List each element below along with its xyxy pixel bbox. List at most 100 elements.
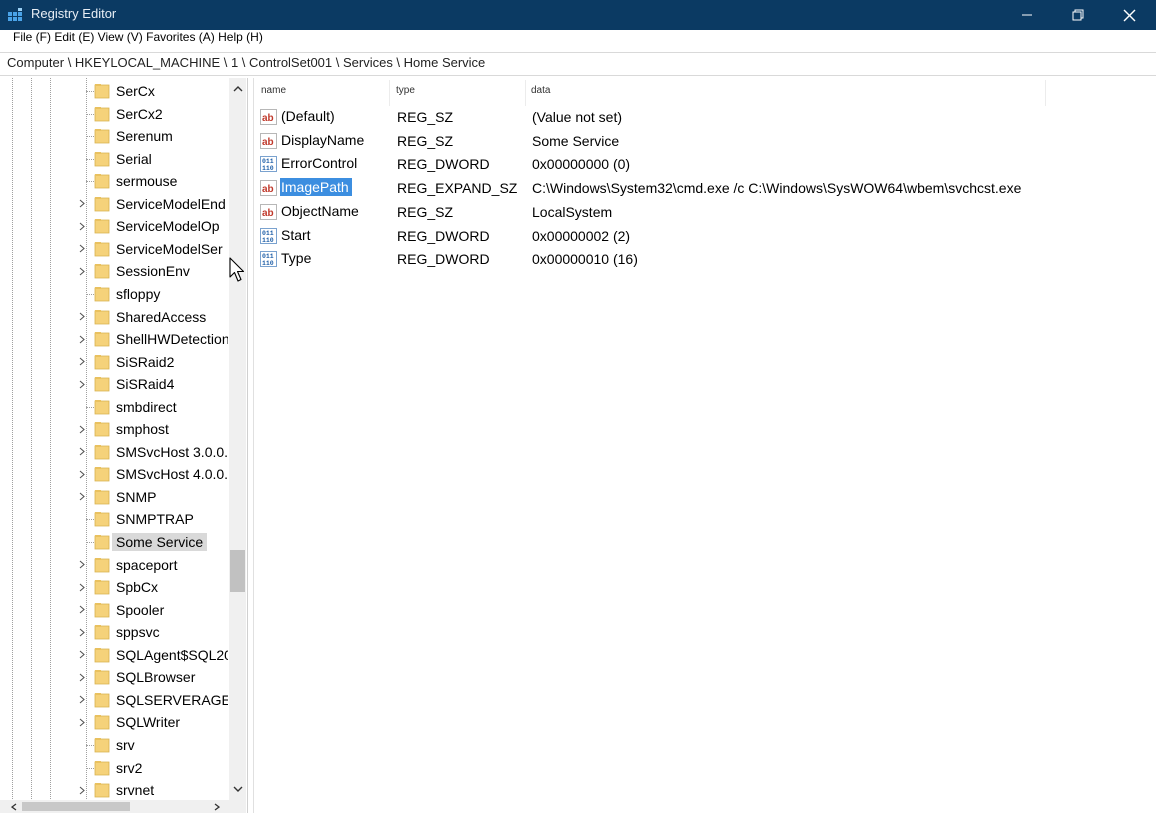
value-row[interactable]: ab (Default) REG_SZ (Value not set)	[254, 105, 1156, 128]
tree-item[interactable]: SerCx2	[0, 103, 228, 125]
expand-toggle[interactable]	[77, 355, 87, 369]
horizontal-scroll-thumb[interactable]	[22, 802, 130, 811]
tree-item[interactable]: sermouse	[0, 170, 228, 192]
chevron-right-icon	[79, 380, 85, 389]
tree-item[interactable]: srv2	[0, 757, 228, 779]
tree-item[interactable]: srv	[0, 734, 228, 756]
tree-item[interactable]: SiSRaid2	[0, 351, 228, 373]
value-row[interactable]: ab DisplayName REG_SZ Some Service	[254, 129, 1156, 152]
tree-item[interactable]: SharedAccess	[0, 306, 228, 328]
chevron-left-icon[interactable]	[11, 803, 17, 811]
tree-item-label: Serial	[116, 150, 152, 167]
scroll-up-button[interactable]	[229, 80, 246, 97]
tree-item[interactable]: SessionEnv	[0, 260, 228, 282]
tree-item[interactable]: SMSvcHost 3.0.0.	[0, 441, 228, 463]
tree-item[interactable]: Serenum	[0, 125, 228, 147]
expand-toggle[interactable]	[77, 783, 87, 797]
expand-toggle[interactable]	[77, 648, 87, 662]
expand-toggle[interactable]	[77, 332, 87, 346]
value-row[interactable]: ab ObjectName REG_SZ LocalSystem	[254, 200, 1156, 223]
minimize-button[interactable]	[1002, 0, 1052, 30]
tree-item[interactable]: SQLWriter	[0, 711, 228, 733]
expand-toggle[interactable]	[77, 445, 87, 459]
column-divider[interactable]	[525, 80, 526, 106]
column-header-type[interactable]: type	[396, 78, 526, 106]
tree-item[interactable]: smphost	[0, 418, 228, 440]
close-button[interactable]	[1104, 0, 1154, 30]
expand-toggle[interactable]	[77, 670, 87, 684]
expand-toggle[interactable]	[77, 580, 87, 594]
value-row[interactable]: 011 110 Start REG_DWORD 0x00000002 (2)	[254, 224, 1156, 247]
expand-toggle[interactable]	[77, 422, 87, 436]
scroll-down-button[interactable]	[229, 781, 246, 798]
tree-item[interactable]: ServiceModelOp	[0, 215, 228, 237]
address-bar[interactable]: Computer \ HKEYLOCAL_MACHINE \ 1 \ Contr…	[0, 52, 1156, 76]
tree-item[interactable]: sppsvc	[0, 621, 228, 643]
tree-item[interactable]: SQLAgent$SQL20	[0, 644, 228, 666]
expand-toggle[interactable]	[77, 264, 87, 278]
expand-toggle[interactable]	[77, 558, 87, 572]
tree-item-label: SQLBrowser	[116, 669, 196, 686]
tree-item[interactable]: SQLBrowser	[0, 666, 228, 688]
expand-toggle[interactable]	[77, 693, 87, 707]
tree-item[interactable]: Some Service	[0, 531, 228, 553]
tree-item-label: ServiceModelEnd	[116, 195, 226, 212]
chevron-right-icon	[79, 222, 85, 231]
restore-icon	[1072, 9, 1084, 21]
tree-item[interactable]: smbdirect	[0, 396, 228, 418]
tree-connector	[86, 158, 94, 160]
expand-toggle[interactable]	[77, 242, 87, 256]
scroll-thumb[interactable]	[230, 550, 245, 592]
chevron-up-icon	[233, 86, 242, 92]
expand-toggle[interactable]	[77, 490, 87, 504]
tree-item[interactable]: SpbCx	[0, 576, 228, 598]
tree-item[interactable]: ServiceModelEnd	[0, 193, 228, 215]
tree-item[interactable]: ShellHWDetection	[0, 328, 228, 350]
expand-toggle[interactable]	[77, 197, 87, 211]
tree-vertical-scrollbar[interactable]	[229, 78, 246, 800]
tree-item[interactable]: SNMP	[0, 486, 228, 508]
tree-item[interactable]: Spooler	[0, 599, 228, 621]
folder-icon	[94, 647, 110, 663]
tree-item[interactable]: SNMPTRAP	[0, 508, 228, 530]
menu-items[interactable]: File (F) Edit (E) View (V) Favorites (A)…	[13, 30, 263, 44]
tree-item-label: SerCx	[116, 83, 155, 99]
column-divider[interactable]	[1045, 80, 1046, 106]
column-divider[interactable]	[389, 80, 390, 106]
chevron-right-icon	[79, 605, 85, 614]
value-row[interactable]: 011 110 Type REG_DWORD 0x00000010 (16)	[254, 247, 1156, 270]
address-path[interactable]: Computer \ HKEYLOCAL_MACHINE \ 1 \ Contr…	[7, 55, 485, 70]
tree-item[interactable]: spaceport	[0, 554, 228, 576]
tree-horizontal-scrollbar[interactable]	[0, 800, 246, 813]
value-row[interactable]: ab ImagePath REG_EXPAND_SZ C:\Windows\Syste…	[254, 176, 1156, 199]
chevron-right-icon	[79, 267, 85, 276]
value-row[interactable]: 011 110 ErrorControl REG_DWORD 0x00000000 (0…	[254, 152, 1156, 175]
registry-editor-app-icon	[8, 8, 22, 21]
restore-button[interactable]	[1053, 0, 1103, 30]
expand-toggle[interactable]	[77, 219, 87, 233]
expand-toggle[interactable]	[77, 603, 87, 617]
folder-icon	[94, 512, 110, 527]
column-header-name[interactable]: name	[261, 78, 389, 106]
tree-item[interactable]: SerCx	[0, 80, 228, 102]
expand-toggle[interactable]	[77, 310, 87, 324]
tree-item[interactable]: SMSvcHost 4.0.0.	[0, 463, 228, 485]
column-header-data[interactable]: data	[531, 78, 1045, 106]
chevron-right-icon	[79, 718, 85, 727]
svg-text:ab: ab	[262, 137, 274, 148]
tree-item[interactable]: SQLSERVERAGEN	[0, 689, 228, 711]
expand-toggle[interactable]	[77, 467, 87, 481]
chevron-right-icon[interactable]	[214, 803, 220, 811]
expand-toggle[interactable]	[77, 715, 87, 729]
tree-item[interactable]: SiSRaid4	[0, 373, 228, 395]
window-title: Registry Editor	[31, 6, 117, 21]
expand-toggle[interactable]	[77, 377, 87, 391]
tree-item[interactable]: srvnet	[0, 779, 228, 801]
tree-connector	[86, 181, 94, 183]
pane-splitter[interactable]	[247, 78, 254, 813]
tree-item-label: smphost	[116, 421, 169, 438]
tree-item[interactable]: Serial	[0, 148, 228, 170]
tree-item[interactable]: sfloppy	[0, 283, 228, 305]
expand-toggle[interactable]	[77, 625, 87, 639]
tree-item[interactable]: ServiceModelSer	[0, 238, 228, 260]
